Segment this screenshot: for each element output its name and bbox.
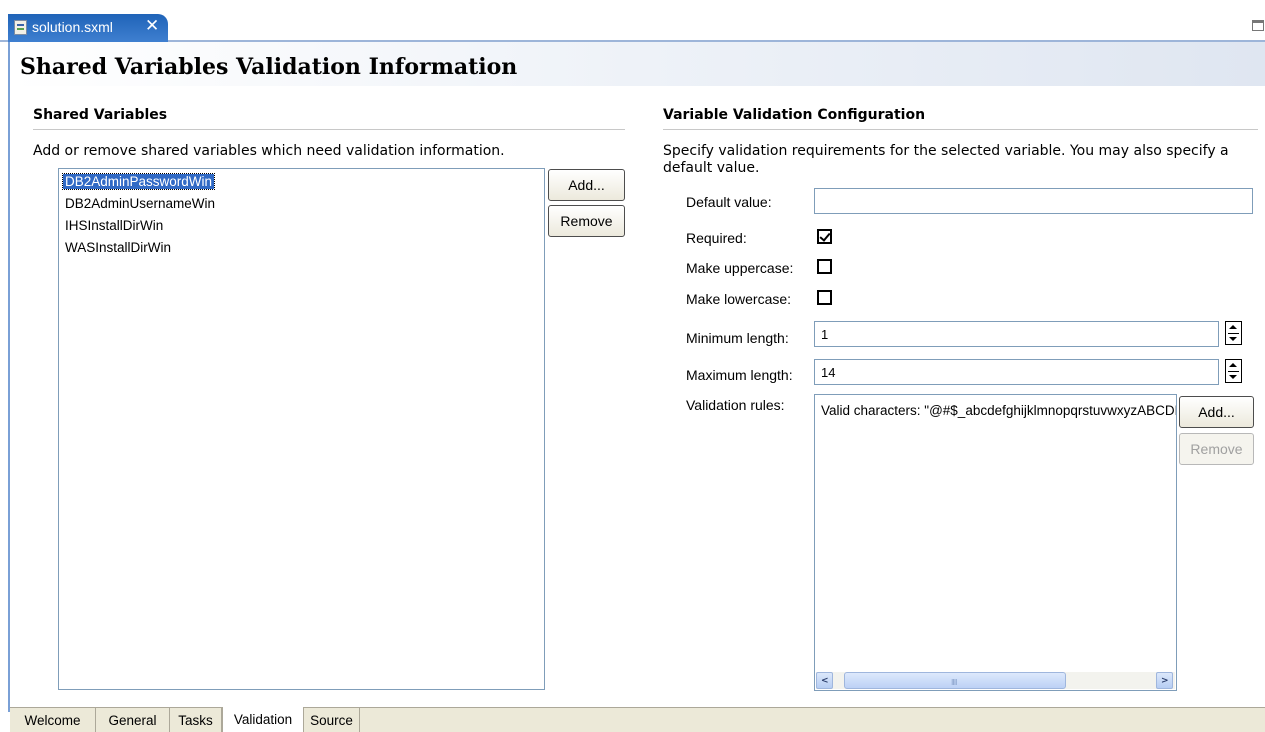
editor-page-tabs: Welcome General Tasks Validation Source <box>10 707 1265 732</box>
editor-tab-bar <box>0 0 1265 42</box>
section-divider <box>663 129 1258 130</box>
required-label: Required: <box>686 230 747 246</box>
scroll-left-icon[interactable]: < <box>816 672 833 689</box>
make-lowercase-label: Make lowercase: <box>686 291 792 307</box>
remove-rule-button[interactable]: Remove <box>1179 433 1254 465</box>
validation-rules-list[interactable]: Valid characters: "@#$_abcdefghijklmnopq… <box>814 394 1177 691</box>
page-title: Shared Variables Validation Information <box>20 54 518 80</box>
list-item[interactable]: DB2AdminPasswordWin <box>61 173 216 190</box>
section-divider <box>33 129 625 130</box>
default-value-field[interactable] <box>814 188 1253 214</box>
maximum-length-spinner[interactable] <box>1225 359 1242 383</box>
horizontal-scrollbar[interactable]: < IIII > <box>816 672 1175 689</box>
spinner-down-icon[interactable] <box>1229 375 1237 379</box>
maximize-icon[interactable] <box>1252 20 1264 31</box>
shared-variables-description: Add or remove shared variables which nee… <box>33 143 505 159</box>
editor-tab-title: solution.sxml <box>32 19 113 35</box>
close-icon[interactable]: ✕ <box>145 16 159 36</box>
list-item[interactable]: DB2AdminUsernameWin <box>63 196 217 211</box>
maximum-length-field[interactable] <box>814 359 1219 385</box>
spinner-up-icon[interactable] <box>1229 325 1237 329</box>
validation-config-section-title: Variable Validation Configuration <box>663 107 926 123</box>
maximum-length-label: Maximum length: <box>686 367 793 383</box>
tab-validation[interactable]: Validation <box>222 707 304 732</box>
minimum-length-label: Minimum length: <box>686 330 789 346</box>
shared-variables-section-title: Shared Variables <box>33 107 168 123</box>
spinner-divider <box>1228 371 1239 372</box>
spinner-down-icon[interactable] <box>1229 337 1237 341</box>
scrollbar-thumb[interactable]: IIII <box>844 672 1066 689</box>
tab-welcome[interactable]: Welcome <box>10 708 96 732</box>
list-item[interactable]: WASInstallDirWin <box>63 240 173 255</box>
sxml-file-icon <box>14 20 27 35</box>
spinner-up-icon[interactable] <box>1229 363 1237 367</box>
remove-variable-button[interactable]: Remove <box>548 205 625 237</box>
grip-icon: IIII <box>951 678 958 687</box>
list-item[interactable]: IHSInstallDirWin <box>63 218 165 233</box>
scroll-right-icon[interactable]: > <box>1156 672 1173 689</box>
make-uppercase-label: Make uppercase: <box>686 260 794 276</box>
default-value-label: Default value: <box>686 194 772 210</box>
shared-variables-list[interactable]: DB2AdminPasswordWin DB2AdminUsernameWin … <box>58 168 545 690</box>
add-variable-button[interactable]: Add... <box>548 169 625 201</box>
editor-border <box>8 42 10 712</box>
tab-general[interactable]: General <box>96 708 170 732</box>
add-rule-button[interactable]: Add... <box>1179 396 1254 428</box>
validation-config-description: Specify validation requirements for the … <box>663 143 1229 176</box>
minimum-length-field[interactable] <box>814 321 1219 347</box>
spinner-divider <box>1228 333 1239 334</box>
list-item[interactable]: Valid characters: "@#$_abcdefghijklmnopq… <box>821 403 1176 418</box>
make-lowercase-checkbox[interactable] <box>817 290 832 305</box>
scroll-right-glyph: > <box>1161 676 1169 686</box>
make-uppercase-checkbox[interactable] <box>817 259 832 274</box>
tab-source[interactable]: Source <box>304 708 360 732</box>
required-checkbox[interactable] <box>817 229 832 244</box>
validation-rules-label: Validation rules: <box>686 397 785 413</box>
minimum-length-spinner[interactable] <box>1225 321 1242 345</box>
scroll-left-glyph: < <box>821 676 829 686</box>
editor-tab-solution[interactable]: solution.sxml ✕ <box>8 14 168 42</box>
tab-tasks[interactable]: Tasks <box>170 708 222 732</box>
